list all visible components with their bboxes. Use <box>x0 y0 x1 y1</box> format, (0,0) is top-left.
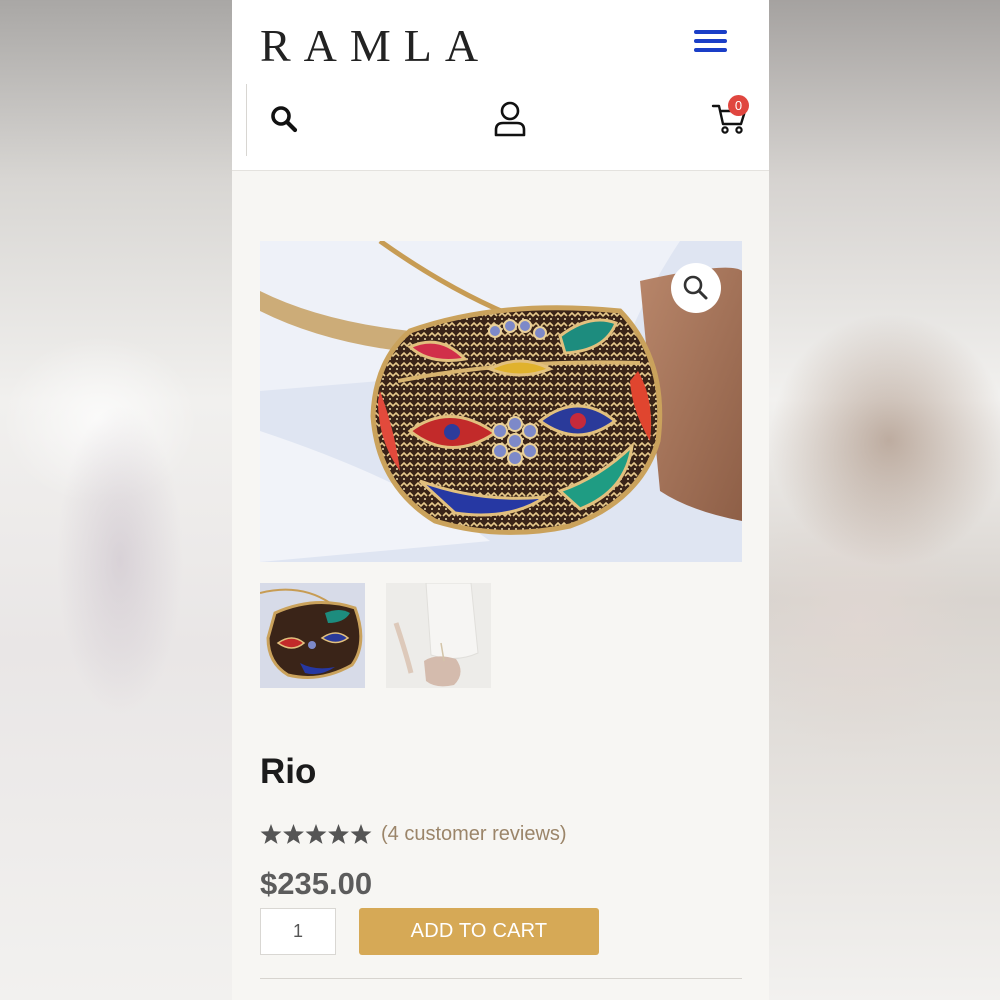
backdrop-left <box>0 0 232 1000</box>
customer-reviews-link[interactable]: (4 customer reviews) <box>381 823 567 846</box>
thumbnail-model-image <box>386 583 491 688</box>
site-header: RAMLA 0 <box>232 0 769 171</box>
thumbnail-1[interactable] <box>260 583 365 688</box>
account-icon <box>494 101 526 137</box>
cart-count-badge: 0 <box>728 95 749 116</box>
brand-logo[interactable]: RAMLA <box>260 20 491 72</box>
account-button[interactable] <box>492 100 528 138</box>
thumbnail-2[interactable] <box>386 583 491 688</box>
zoom-button[interactable] <box>671 263 721 313</box>
product-price: $235.00 <box>260 866 373 901</box>
magnifier-icon <box>683 275 708 300</box>
star-icon <box>283 824 304 844</box>
product-main-image[interactable] <box>260 241 742 562</box>
mobile-page: RAMLA 0 Rio (4 customer reviews) $235.00… <box>232 0 769 1000</box>
menu-icon-bar <box>694 48 727 52</box>
quantity-input[interactable] <box>260 908 336 955</box>
section-divider <box>260 978 742 979</box>
star-icon <box>350 824 372 844</box>
clutch-photo <box>260 241 742 562</box>
add-to-cart-button[interactable]: ADD TO CART <box>359 908 599 955</box>
star-icon <box>305 824 327 844</box>
menu-icon-bar <box>694 39 727 43</box>
thumbnail-clutch-image <box>260 583 365 688</box>
menu-icon-bar <box>694 30 727 34</box>
star-icon <box>328 824 349 844</box>
backdrop-right <box>769 0 1000 1000</box>
search-button[interactable] <box>268 103 300 135</box>
product-title: Rio <box>260 752 317 791</box>
header-divider <box>246 84 247 156</box>
star-icon <box>260 824 282 844</box>
rating-stars <box>260 824 372 844</box>
search-icon <box>271 106 298 133</box>
menu-button[interactable] <box>694 30 734 60</box>
